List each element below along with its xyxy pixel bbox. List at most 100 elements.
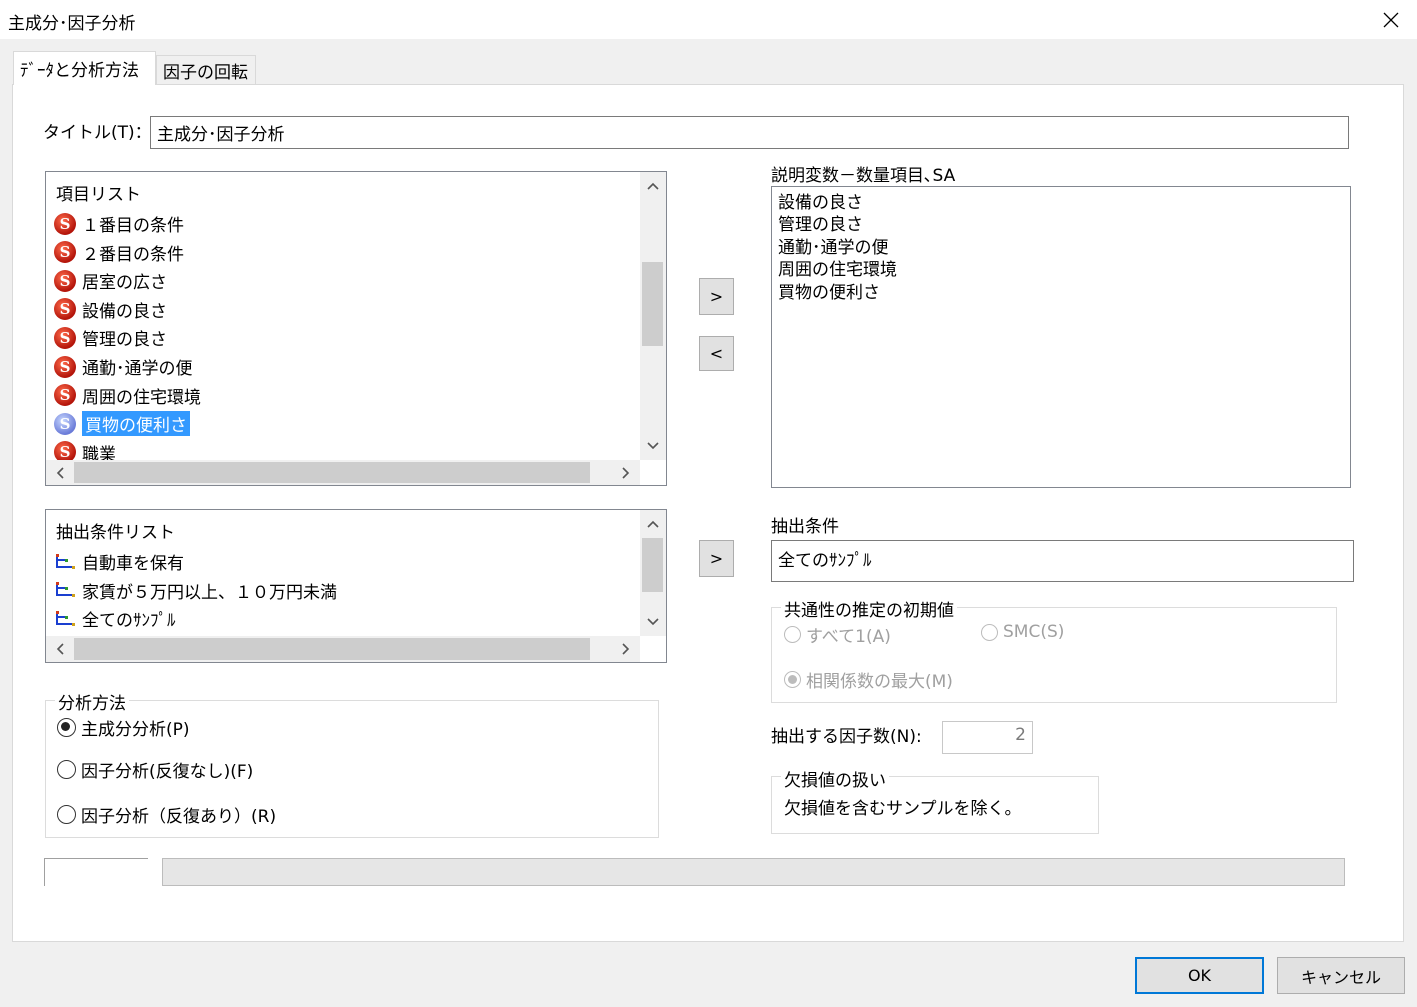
cancel-button[interactable]: キャンセル (1277, 957, 1405, 994)
list-item[interactable]: 管理の良さ (778, 212, 863, 235)
communality-title: 共通性の推定の初期値 (781, 596, 957, 621)
title-bar (0, 0, 1417, 39)
list-item[interactable]: 家賃が５万円以上、１０万円未満 (54, 577, 337, 604)
scroll-right-icon[interactable] (614, 636, 638, 662)
scroll-left-icon[interactable] (48, 636, 72, 662)
list-item-label: １番目の条件 (82, 216, 184, 236)
factor-count-label: 抽出する因子数(N): (771, 727, 922, 747)
window-title: 主成分･因子分析 (8, 14, 136, 34)
radio-circle (57, 805, 76, 824)
condition-list-vscroll-thumb[interactable] (642, 538, 663, 592)
item-list-hscroll-thumb[interactable] (74, 462, 590, 483)
communality-all-one-radio[interactable]: すべて1(A) (784, 622, 891, 647)
title-label: タイトル(T)： (43, 123, 152, 143)
scroll-down-icon[interactable] (640, 434, 666, 458)
list-item[interactable]: S 居室の広さ (54, 267, 167, 294)
list-item[interactable]: 設備の良さ (778, 189, 863, 213)
list-item[interactable]: S 設備の良さ (54, 296, 167, 323)
radio-label: 相関係数の最大(M) (806, 672, 953, 692)
method-pca-radio[interactable]: 主成分分析(P) (57, 715, 190, 740)
condition-tree-icon (54, 553, 76, 571)
add-condition-button[interactable]: > (699, 540, 734, 577)
list-item-label: 全てのｻﾝﾌﾟﾙ (82, 611, 176, 631)
list-item-label: 家賃が５万円以上、１０万円未満 (82, 582, 337, 603)
scroll-right-icon[interactable] (614, 460, 638, 485)
list-item-label: 設備の良さ (82, 301, 167, 322)
list-item-label: 通勤･通学の便 (82, 359, 193, 379)
condition-tree-icon (54, 610, 76, 628)
radio-label: 主成分分析(P) (81, 720, 190, 740)
tab-rotation[interactable]: 因子の回転 (156, 55, 256, 85)
radio-circle (57, 760, 76, 779)
list-item[interactable]: 全てのｻﾝﾌﾟﾙ (54, 605, 176, 632)
close-icon (1383, 12, 1399, 28)
list-item-label: 自動車を保有 (82, 554, 184, 574)
variable-type-icon: S (54, 326, 76, 349)
list-item[interactable]: 買物の便利さ (778, 279, 880, 303)
variable-type-icon: S (54, 412, 76, 435)
variable-type-icon: S (54, 298, 76, 321)
radio-label: 因子分析（反復あり）(R) (81, 807, 277, 827)
list-item[interactable]: S 買物の便利さ (54, 410, 191, 438)
item-list-hscroll[interactable] (46, 460, 640, 485)
title-input[interactable]: 主成分･因子分析 (150, 116, 1349, 149)
list-item[interactable]: 自動車を保有 (54, 548, 184, 575)
method-title: 分析方法 (55, 689, 129, 714)
condition-list[interactable]: 抽出条件リスト 自動車を保有家賃が５万円以上、１０万円未満 全てのｻﾝﾌﾟﾙ (45, 509, 667, 663)
method-fa-iter-radio[interactable]: 因子分析（反復あり）(R) (57, 802, 276, 827)
list-item[interactable]: S 通勤･通学の便 (54, 353, 193, 380)
radio-circle (784, 671, 801, 688)
list-item-label: ２番目の条件 (82, 244, 184, 265)
variable-type-icon: S (54, 212, 76, 235)
explanatory-list[interactable]: 設備の良さ 管理の良さ 通勤･通学の便 周囲の住宅環境 買物の便利さ (771, 186, 1351, 488)
progress-bar (162, 858, 1345, 886)
condition-tree-icon (54, 581, 76, 599)
list-item[interactable]: S ２番目の条件 (54, 239, 184, 266)
ok-button[interactable]: OK (1135, 957, 1264, 994)
radio-circle (784, 626, 801, 643)
condition-list-vscroll[interactable] (640, 510, 666, 636)
extraction-condition-field[interactable]: 全てのｻﾝﾌﾟﾙ (771, 540, 1354, 582)
item-list[interactable]: 項目リスト S １番目の条件 S ２番目の条件 S 居室の広さ S 設備の良さ S 管理の良さ S 通… (45, 171, 667, 486)
list-item[interactable]: S 管理の良さ (54, 324, 167, 351)
list-item[interactable]: S 周囲の住宅環境 (54, 382, 201, 409)
factor-count-input[interactable]: 2 (942, 721, 1033, 754)
item-list-vscroll[interactable] (640, 172, 666, 460)
communality-max-corr-radio[interactable]: 相関係数の最大(M) (784, 667, 953, 692)
extraction-condition-label: 抽出条件 (771, 517, 839, 537)
scroll-left-icon[interactable] (48, 460, 72, 485)
list-item-label: 居室の広さ (82, 273, 167, 294)
tab-data-method[interactable]: ﾃﾞｰﾀと分析方法 (13, 51, 156, 85)
close-button[interactable] (1372, 4, 1410, 36)
list-item[interactable]: 周囲の住宅環境 (778, 257, 897, 280)
scroll-down-icon[interactable] (640, 610, 666, 634)
missing-title: 欠損値の扱い (781, 766, 889, 791)
list-item[interactable]: 通勤･通学の便 (778, 234, 889, 258)
list-item-label: 管理の良さ (82, 330, 167, 351)
radio-circle (57, 718, 76, 737)
explanatory-label: 説明変数－数量項目､SA (771, 166, 956, 186)
variable-type-icon: S (54, 241, 76, 264)
item-list-header: 項目リスト (56, 185, 141, 205)
list-item-label: 周囲の住宅環境 (82, 387, 201, 408)
add-variable-button[interactable]: > (699, 278, 734, 315)
radio-label: SMC(S) (1003, 622, 1065, 642)
variable-type-icon: S (54, 355, 76, 378)
condition-list-header: 抽出条件リスト (56, 523, 175, 543)
radio-circle (981, 623, 998, 641)
radio-label: すべて1(A) (806, 627, 891, 647)
condition-list-hscroll-thumb[interactable] (74, 638, 590, 660)
scroll-up-icon[interactable] (640, 512, 666, 536)
list-item[interactable]: S １番目の条件 (54, 210, 184, 237)
list-item-label: 買物の便利さ (81, 410, 191, 438)
communality-smc-radio[interactable]: SMC(S) (981, 622, 1064, 642)
item-list-vscroll-thumb[interactable] (642, 262, 663, 346)
variable-type-icon: S (54, 384, 76, 407)
remove-variable-button[interactable]: < (699, 336, 734, 371)
variable-type-icon: S (54, 269, 76, 292)
scroll-up-icon[interactable] (640, 174, 666, 198)
condition-list-hscroll[interactable] (46, 636, 640, 662)
status-box (44, 858, 148, 886)
missing-value-text: 欠損値を含むサンプルを除く。 (784, 799, 1022, 819)
method-fa-noiter-radio[interactable]: 因子分析(反復なし)(F) (57, 757, 253, 782)
